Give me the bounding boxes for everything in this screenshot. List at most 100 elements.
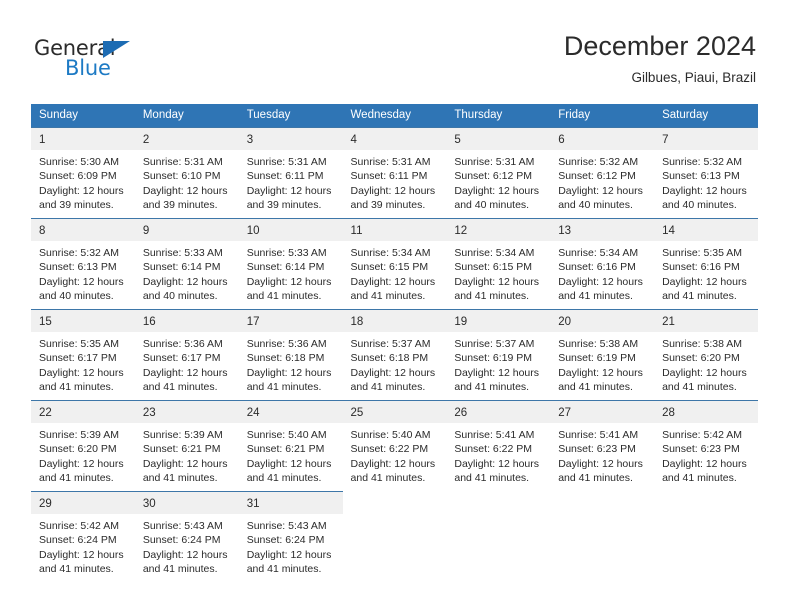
calendar-day-cell[interactable]: 20 Sunrise: 5:38 AM Sunset: 6:19 PM Dayligh… [550, 309, 655, 400]
day-details: Sunrise: 5:38 AM Sunset: 6:20 PM Daylight:… [654, 332, 758, 395]
calendar-cell-empty [550, 491, 654, 582]
day-details: Sunrise: 5:32 AM Sunset: 6:13 PM Daylight:… [654, 150, 758, 213]
sunset-time: Sunset: 6:13 PM [662, 170, 740, 183]
calendar-day-cell[interactable]: 4 Sunrise: 5:31 AM Sunset: 6:11 PM Daylight… [342, 127, 447, 218]
sunset-time: Sunset: 6:18 PM [350, 352, 429, 365]
day-details: Sunrise: 5:31 AM Sunset: 6:11 PM Daylight:… [343, 150, 447, 213]
day-number: 1 [39, 134, 46, 146]
day-number: 19 [454, 316, 468, 328]
day-details: Sunrise: 5:30 AM Sunset: 6:09 PM Daylight:… [31, 150, 135, 213]
day-details: Sunrise: 5:36 AM Sunset: 6:17 PM Daylight:… [135, 332, 239, 395]
sunset-time: Sunset: 6:20 PM [39, 443, 117, 456]
calendar-day-cell[interactable]: 21 Sunrise: 5:38 AM Sunset: 6:20 PM Dayligh… [654, 309, 758, 400]
daylight-duration-line2: and 41 minutes. [39, 472, 114, 485]
day-number-band: 23 [134, 400, 239, 423]
calendar-day-cell[interactable]: 11 Sunrise: 5:34 AM Sunset: 6:15 PM Dayligh… [342, 218, 447, 309]
daylight-duration-line1: Daylight: 12 hours [350, 457, 436, 470]
calendar-day-cell[interactable]: 13 Sunrise: 5:34 AM Sunset: 6:16 PM Dayligh… [550, 218, 655, 309]
daylight-duration-line1: Daylight: 12 hours [558, 275, 643, 288]
calendar-day-cell[interactable]: 22 Sunrise: 5:39 AM Sunset: 6:20 PM Dayligh… [31, 400, 135, 491]
daylight-duration-line1: Daylight: 12 hours [662, 457, 747, 470]
daylight-duration-line1: Daylight: 12 hours [39, 548, 124, 561]
calendar-day-cell[interactable]: 23 Sunrise: 5:39 AM Sunset: 6:21 PM Dayligh… [134, 400, 239, 491]
daylight-duration-line2: and 39 minutes. [142, 199, 218, 212]
day-number: 11 [350, 225, 363, 237]
day-details: Sunrise: 5:41 AM Sunset: 6:23 PM Daylight:… [550, 423, 654, 486]
day-number: 30 [142, 498, 156, 510]
calendar-week-row: 15 Sunrise: 5:35 AM Sunset: 6:17 PM Dayligh… [31, 309, 758, 400]
day-number-band: 1 [31, 127, 135, 150]
sunrise-time: Sunrise: 5:41 AM [558, 429, 639, 441]
calendar-day-cell[interactable]: 9 Sunrise: 5:33 AM Sunset: 6:14 PM Daylight… [134, 218, 239, 309]
day-number-band: 8 [31, 218, 135, 241]
day-number: 16 [142, 316, 156, 328]
calendar-day-cell[interactable]: 30 Sunrise: 5:43 AM Sunset: 6:24 PM Dayligh… [134, 491, 239, 582]
daylight-duration-line2: and 41 minutes. [246, 381, 322, 394]
day-number-band: 5 [446, 127, 551, 150]
daylight-duration-line2: and 41 minutes. [39, 563, 114, 576]
calendar-day-cell[interactable]: 14 Sunrise: 5:35 AM Sunset: 6:16 PM Dayligh… [654, 218, 758, 309]
day-number: 5 [454, 134, 461, 146]
day-number-band: 24 [238, 400, 343, 423]
calendar-day-cell[interactable]: 8 Sunrise: 5:32 AM Sunset: 6:13 PM Daylight… [31, 218, 135, 309]
brand-logo[interactable]: General Blue [34, 36, 264, 88]
day-details: Sunrise: 5:40 AM Sunset: 6:21 PM Daylight:… [239, 423, 343, 486]
sunrise-time: Sunrise: 5:34 AM [558, 247, 639, 259]
calendar-day-cell[interactable]: 29 Sunrise: 5:42 AM Sunset: 6:24 PM Dayligh… [31, 491, 135, 582]
daylight-duration-line1: Daylight: 12 hours [454, 457, 540, 470]
daylight-duration-line2: and 41 minutes. [662, 472, 737, 485]
calendar-day-cell[interactable]: 24 Sunrise: 5:40 AM Sunset: 6:21 PM Dayligh… [238, 400, 343, 491]
sunrise-time: Sunrise: 5:39 AM [142, 429, 223, 441]
calendar-day-cell[interactable]: 17 Sunrise: 5:36 AM Sunset: 6:18 PM Dayligh… [238, 309, 343, 400]
calendar-day-cell[interactable]: 6 Sunrise: 5:32 AM Sunset: 6:12 PM Daylight… [550, 127, 655, 218]
sunset-time: Sunset: 6:21 PM [246, 443, 325, 456]
calendar-day-cell[interactable]: 1 Sunrise: 5:30 AM Sunset: 6:09 PM Daylight… [31, 127, 135, 218]
calendar-day-cell[interactable]: 31 Sunrise: 5:43 AM Sunset: 6:24 PM Dayligh… [238, 491, 343, 582]
daylight-duration-line1: Daylight: 12 hours [454, 366, 540, 379]
daylight-duration-line2: and 41 minutes. [246, 290, 322, 303]
calendar-day-cell[interactable]: 28 Sunrise: 5:42 AM Sunset: 6:23 PM Dayligh… [654, 400, 758, 491]
day-number: 25 [350, 407, 364, 419]
sunset-time: Sunset: 6:23 PM [558, 443, 636, 456]
calendar-day-cell[interactable]: 15 Sunrise: 5:35 AM Sunset: 6:17 PM Dayligh… [31, 309, 135, 400]
calendar-day-cell[interactable]: 3 Sunrise: 5:31 AM Sunset: 6:11 PM Daylight… [238, 127, 343, 218]
calendar-cell-empty [654, 491, 758, 582]
sunset-time: Sunset: 6:14 PM [142, 261, 221, 274]
sunset-time: Sunset: 6:17 PM [142, 352, 221, 365]
daylight-duration-line2: and 41 minutes. [246, 563, 322, 576]
daylight-duration-line1: Daylight: 12 hours [142, 366, 228, 379]
sunset-time: Sunset: 6:10 PM [142, 170, 221, 183]
daylight-duration-line2: and 41 minutes. [454, 472, 530, 485]
day-number: 26 [454, 407, 468, 419]
calendar-day-cell[interactable]: 27 Sunrise: 5:41 AM Sunset: 6:23 PM Dayligh… [550, 400, 655, 491]
daylight-duration-line1: Daylight: 12 hours [558, 366, 643, 379]
day-number: 23 [142, 407, 156, 419]
sunset-time: Sunset: 6:24 PM [142, 534, 221, 547]
sunrise-time: Sunrise: 5:43 AM [246, 520, 327, 532]
sunrise-time: Sunrise: 5:32 AM [39, 247, 119, 259]
calendar-day-cell[interactable]: 2 Sunrise: 5:31 AM Sunset: 6:10 PM Daylight… [134, 127, 239, 218]
calendar-day-cell[interactable]: 19 Sunrise: 5:37 AM Sunset: 6:19 PM Dayligh… [446, 309, 551, 400]
day-number: 18 [350, 316, 364, 328]
day-number-band: 4 [342, 127, 447, 150]
day-number-band: 22 [31, 400, 135, 423]
calendar-day-cell[interactable]: 5 Sunrise: 5:31 AM Sunset: 6:12 PM Daylight… [446, 127, 551, 218]
day-details: Sunrise: 5:31 AM Sunset: 6:10 PM Daylight:… [135, 150, 239, 213]
sunset-time: Sunset: 6:16 PM [558, 261, 636, 274]
daylight-duration-line2: and 41 minutes. [454, 381, 530, 394]
sunrise-time: Sunrise: 5:36 AM [246, 338, 327, 350]
sunset-time: Sunset: 6:11 PM [246, 170, 324, 183]
daylight-duration-line2: and 40 minutes. [662, 199, 737, 212]
calendar-day-cell[interactable]: 25 Sunrise: 5:40 AM Sunset: 6:22 PM Dayligh… [342, 400, 447, 491]
daylight-duration-line1: Daylight: 12 hours [246, 184, 332, 197]
daylight-duration-line1: Daylight: 12 hours [662, 184, 747, 197]
sunrise-time: Sunrise: 5:43 AM [142, 520, 223, 532]
calendar-day-cell[interactable]: 7 Sunrise: 5:32 AM Sunset: 6:13 PM Daylight… [654, 127, 758, 218]
calendar-day-cell[interactable]: 10 Sunrise: 5:33 AM Sunset: 6:14 PM Dayligh… [238, 218, 343, 309]
sunset-time: Sunset: 6:15 PM [350, 261, 429, 274]
calendar-day-cell[interactable]: 16 Sunrise: 5:36 AM Sunset: 6:17 PM Dayligh… [134, 309, 239, 400]
calendar-day-cell[interactable]: 18 Sunrise: 5:37 AM Sunset: 6:18 PM Dayligh… [342, 309, 447, 400]
calendar-day-cell[interactable]: 26 Sunrise: 5:41 AM Sunset: 6:22 PM Dayligh… [446, 400, 551, 491]
daylight-duration-line2: and 40 minutes. [558, 199, 633, 212]
calendar-day-cell[interactable]: 12 Sunrise: 5:34 AM Sunset: 6:15 PM Dayligh… [446, 218, 551, 309]
